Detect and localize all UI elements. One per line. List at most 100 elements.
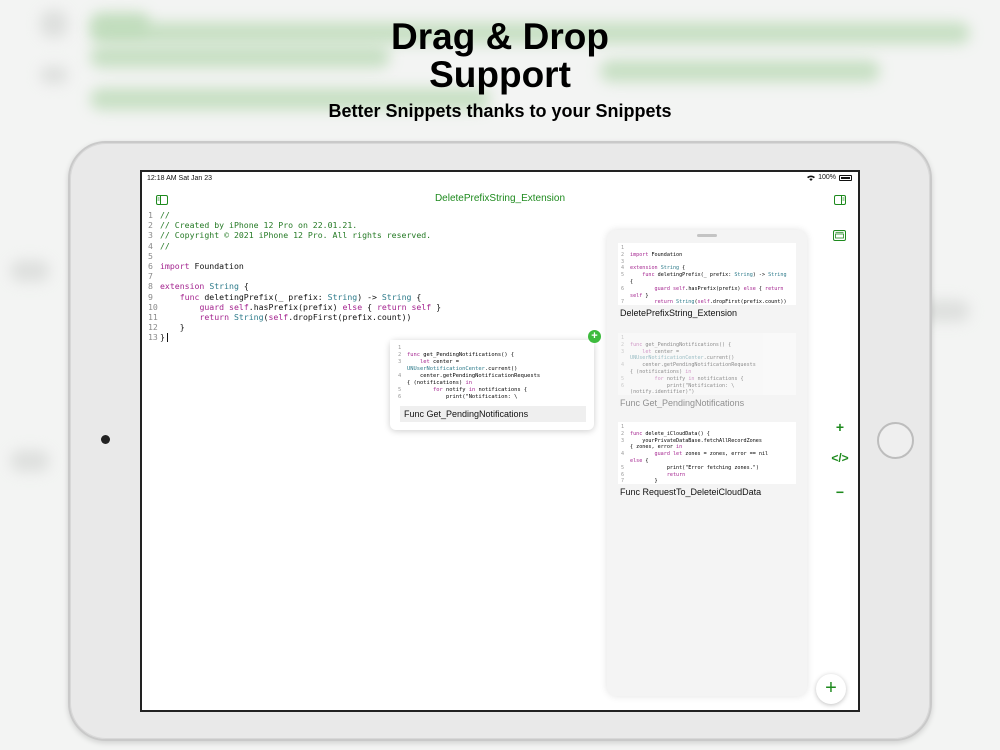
line-number: 7 <box>148 271 153 282</box>
line-number: 13 <box>148 332 158 343</box>
snippet-code-line: 6 print("Notification: \ <box>621 382 735 389</box>
panel-grabber[interactable] <box>697 234 717 237</box>
snippet-code-line: 3 let center = <box>398 359 459 365</box>
editor-line: 3 // Copyright © 2021 iPhone 12 Pro. All … <box>148 230 441 240</box>
snippet-code-line: else { <box>630 457 649 464</box>
code-text: guard self.hasPrefix(prefix) else { retu… <box>199 301 442 312</box>
battery-percent: 100% <box>818 174 836 181</box>
snippet-code-line: 2 import Foundation <box>621 251 683 258</box>
line-number: 6 <box>148 261 153 272</box>
snippet-code-line: { <box>630 278 634 285</box>
snippet-code-line: 4 guard let zones = zones, error == nil <box>621 451 769 458</box>
editor-line: 4 // <box>148 241 441 251</box>
line-number: 5 <box>148 250 153 261</box>
sidebar-right-icon[interactable] <box>834 192 846 210</box>
status-time: 12:18 AM Sat Jan 23 <box>147 175 212 182</box>
dragged-snippet-label: Func Get_PendingNotifications <box>400 406 586 422</box>
line-number: 3 <box>148 230 153 241</box>
snippet-card[interactable]: 1 2 import Foundation 3 4 extension String {5… <box>618 243 796 318</box>
snippet-label: Func Get_PendingNotifications <box>620 398 745 408</box>
snippet-code-line: { zones, error in <box>630 444 683 451</box>
editor-line: 1 // <box>148 210 441 220</box>
add-snippet-button[interactable]: + <box>816 674 846 704</box>
editor-line: 7 <box>148 271 441 281</box>
snippet-label: DeletePrefixString_Extension <box>620 308 738 318</box>
code-text: // Copyright © 2021 iPhone 12 Pro. All r… <box>160 230 432 241</box>
snippet-code-line: UNUserNotificationCenter.current() <box>407 366 518 372</box>
snippet-code-line: 6 return <box>621 471 686 478</box>
snippet-code-line: 5 func deletingPrefix(_ prefix: String) … <box>621 272 787 279</box>
snippet-library-icon[interactable] <box>833 228 846 246</box>
editor-line: 6 import Foundation <box>148 261 441 271</box>
line-number: 8 <box>148 281 153 292</box>
line-number: 1 <box>148 210 153 220</box>
hero-subtitle: Better Snippets thanks to your Snippets <box>328 101 672 121</box>
line-number: 4 <box>148 240 153 251</box>
snippet-code-line: 5 for notify in notifications { <box>621 375 744 382</box>
editor-line: 11 return String(self.dropFirst(prefix.c… <box>148 312 441 322</box>
code-text: func deletingPrefix(_ prefix: String) ->… <box>179 291 422 302</box>
snippet-code-line: 6 guard self.hasPrefix(prefix) else { re… <box>621 285 784 292</box>
editor-line: 5 <box>148 251 441 261</box>
code-text: return String(self.dropFirst(prefix.coun… <box>199 312 412 323</box>
snippet-code-line: 1 <box>621 245 625 251</box>
snippet-code-line: 3 yourPrivateDataBase.fetchAllRecordZone… <box>621 437 762 444</box>
editor-line: 8 extension String { <box>148 281 441 291</box>
line-number: 9 <box>148 291 153 302</box>
snippet-card[interactable]: 1 2 func delete_iCloudData() {3 yourPrivat… <box>618 422 796 497</box>
app-screen: 12:18 AM Sat Jan 23 100% DeletePrefixStr… <box>140 170 860 712</box>
code-text: // <box>160 210 170 220</box>
snippet-preview: 1 2 import Foundation 3 4 extension String {5… <box>618 243 796 305</box>
editor-line: 2 // Created by iPhone 12 Pro on 22.01.21… <box>148 220 441 230</box>
zoom-out-button[interactable]: − <box>830 484 850 500</box>
line-number: 12 <box>148 322 158 333</box>
ipad-home-button[interactable] <box>877 422 914 459</box>
snippet-preview: 1 2 func get_PendingNotifications() {3 let… <box>618 333 796 395</box>
code-editor[interactable]: 1 // 2 // Created by iPhone 12 Pro on 22.01… <box>148 210 441 343</box>
snippet-preview: 1 2 func delete_iCloudData() {3 yourPrivat… <box>618 422 796 484</box>
document-title: DeletePrefixString_Extension <box>434 193 566 204</box>
editor-line: 10 guard self.hasPrefix(prefix) else { r… <box>148 302 441 312</box>
snippet-code-line: 5 print("Error fetching zones.") <box>621 464 759 471</box>
ipad-camera <box>101 435 110 444</box>
code-text: import Foundation <box>160 261 244 272</box>
snippet-code-line: 2 func get_PendingNotifications() { <box>621 341 732 348</box>
code-text: } <box>160 332 168 343</box>
code-text: // <box>160 240 170 251</box>
snippet-code-line: 2 func delete_iCloudData() { <box>621 430 710 437</box>
code-icon[interactable]: </> <box>830 451 850 465</box>
snippet-code-line: 3 <box>621 258 625 265</box>
snippet-code-line: 4 extension String { <box>621 265 686 272</box>
snippet-code-line: 4 center.getPendingNotificationRequests <box>621 362 756 369</box>
snippet-panel: 1 2 import Foundation 3 4 extension String {5… <box>607 230 807 696</box>
snippet-code-line: { (notifications) in <box>407 380 472 386</box>
snippet-code-line: UNUserNotificationCenter.current() <box>630 355 735 362</box>
snippet-code-line: self } <box>630 292 649 299</box>
code-text: extension String { <box>160 281 249 292</box>
line-number: 2 <box>148 220 153 231</box>
dragged-snippet-card[interactable]: 1 2 func get_PendingNotifications() {3 let… <box>390 340 594 430</box>
snippet-code-line: { (notifications) in <box>630 368 692 375</box>
hero-title-line2: Support <box>429 54 571 95</box>
hero-title: Drag & Drop Support <box>0 18 1000 94</box>
snippet-card-placeholder: 1 2 func get_PendingNotifications() {3 let… <box>618 333 796 408</box>
snippet-label: Func RequestTo_DeleteiCloudData <box>620 487 762 497</box>
editor-line: 12 } <box>148 322 441 332</box>
snippet-preview: 1 2 func get_PendingNotifications() {3 let… <box>390 340 594 400</box>
zoom-in-button[interactable]: + <box>830 419 850 435</box>
line-number: 10 <box>148 301 158 312</box>
battery-icon <box>839 174 852 181</box>
wifi-icon <box>807 175 816 181</box>
snippet-code-line: 4 center.getPendingNotificationRequests <box>398 373 541 379</box>
snippet-code-line: 1 <box>398 345 402 351</box>
text-cursor <box>166 333 168 343</box>
snippet-code-line: 2 func get_PendingNotifications() { <box>398 352 515 358</box>
line-number: 11 <box>148 312 158 323</box>
status-indicators: 100% <box>807 174 852 181</box>
snippet-code-line: 3 let center = <box>621 348 680 355</box>
code-text: } <box>160 322 185 333</box>
snippet-code-line: 1 <box>621 335 625 341</box>
code-text: // Created by iPhone 12 Pro on 22.01.21. <box>160 220 358 231</box>
hero-title-line1: Drag & Drop <box>391 16 609 57</box>
snippet-code-line: 5 for notify in notifications { <box>398 387 528 393</box>
